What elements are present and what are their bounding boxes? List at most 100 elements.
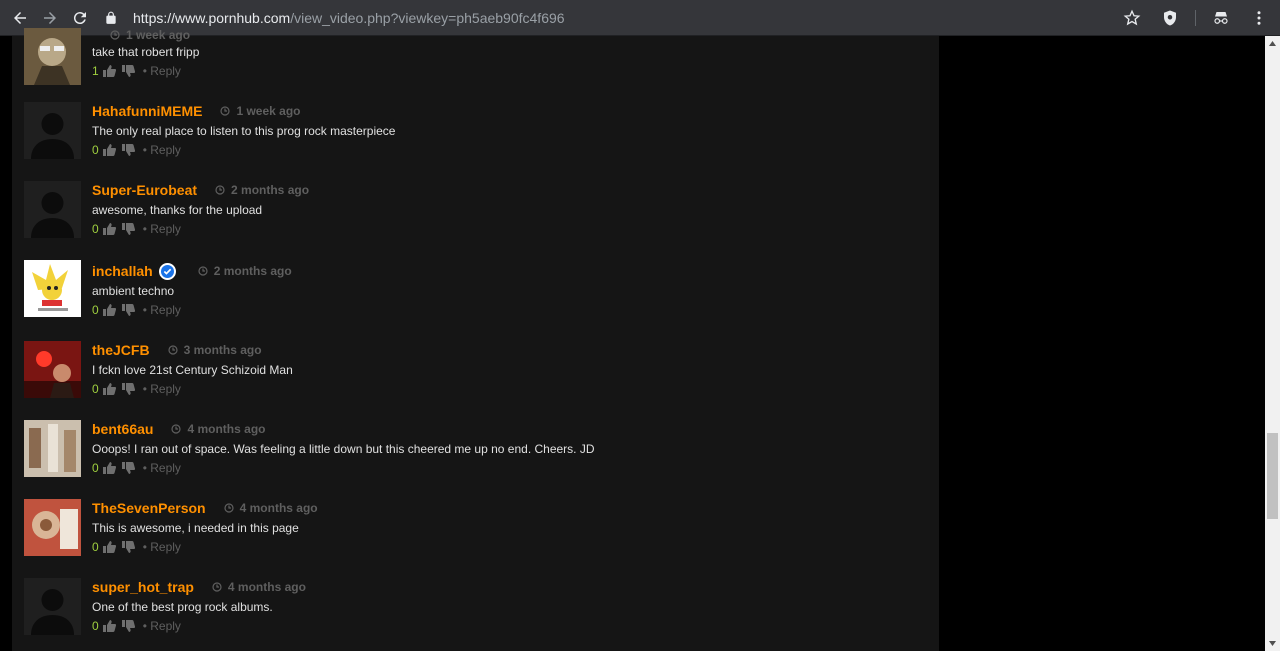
page-content: 1 week ago take that robert fripp 1 • Re… — [0, 28, 1265, 651]
timestamp-text: 4 months ago — [187, 422, 266, 436]
reply-link[interactable]: • Reply — [143, 382, 181, 396]
reply-link[interactable]: • Reply — [143, 461, 181, 475]
verified-badge-icon — [158, 262, 176, 280]
comment-header: TheSevenPerson 4 months ago — [92, 499, 318, 517]
incognito-icon — [1214, 12, 1228, 24]
vote-count: 0 — [92, 540, 99, 554]
avatar[interactable] — [24, 260, 81, 317]
username-link[interactable]: bent66au — [92, 421, 153, 437]
timestamp-text: 1 week ago — [126, 28, 191, 42]
comment-header: inchallah 2 months ago — [92, 262, 292, 280]
comment-actions: 0 • Reply — [92, 540, 181, 554]
comment-item: bent66au 4 months ago Ooops! I ran out o… — [24, 420, 924, 490]
thumbs-up-icon[interactable] — [102, 541, 116, 553]
thumbs-down-icon[interactable] — [121, 144, 135, 156]
avatar[interactable] — [24, 28, 81, 85]
vote-count: 0 — [92, 222, 99, 236]
timestamp: 1 week ago — [110, 28, 190, 42]
comment-actions: 0 • Reply — [92, 222, 181, 236]
vertical-scrollbar[interactable] — [1265, 36, 1280, 651]
comment-item: TheSevenPerson 4 months ago This is awes… — [24, 499, 924, 569]
username-link[interactable]: Super-Eurobeat — [92, 182, 197, 198]
avatar[interactable] — [24, 181, 81, 238]
timestamp: 4 months ago — [224, 501, 318, 515]
comment-text: One of the best prog rock albums. — [92, 600, 273, 614]
thumbs-down-icon[interactable] — [121, 223, 135, 235]
clock-icon — [110, 30, 120, 40]
username-link[interactable]: inchallah — [92, 263, 153, 279]
clock-icon — [212, 582, 222, 592]
comment-text: ambient techno — [92, 284, 175, 298]
reply-link[interactable]: • Reply — [143, 303, 181, 317]
comment-text: awesome, thanks for the upload — [92, 203, 263, 217]
vote-count: 0 — [92, 461, 99, 475]
username-link[interactable]: theJCFB — [92, 342, 150, 358]
toolbar-right — [1117, 3, 1274, 33]
comment-item: super_hot_trap 4 months ago One of the b… — [24, 578, 924, 648]
menu-button[interactable] — [1244, 3, 1274, 33]
comment-item: theJCFB 3 months ago I fckn love 21st Ce… — [24, 341, 924, 411]
photo-avatar-icon — [24, 420, 81, 477]
comment-text: I fckn love 21st Century Schizoid Man — [92, 363, 293, 377]
extension-button[interactable] — [1155, 3, 1185, 33]
avatar[interactable] — [24, 102, 81, 159]
username-link[interactable]: TheSevenPerson — [92, 500, 206, 516]
thumbs-up-icon[interactable] — [102, 462, 116, 474]
thumbs-up-icon[interactable] — [102, 304, 116, 316]
comment-header: 1 week ago — [92, 26, 190, 44]
scroll-up-arrow-icon[interactable] — [1265, 36, 1280, 51]
thumbs-down-icon[interactable] — [121, 462, 135, 474]
thumbs-up-icon[interactable] — [102, 223, 116, 235]
timestamp-text: 4 months ago — [227, 580, 306, 594]
timestamp: 2 months ago — [198, 264, 292, 278]
default-avatar-icon — [24, 181, 81, 238]
avatar[interactable] — [24, 341, 81, 398]
comment-actions: 0 • Reply — [92, 303, 181, 317]
avatar[interactable] — [24, 578, 81, 635]
reply-link[interactable]: • Reply — [143, 143, 181, 157]
cartoon-hedgehog-avatar-icon — [24, 260, 81, 317]
photo-avatar-icon — [24, 499, 81, 556]
comment-header: bent66au 4 months ago — [92, 420, 265, 438]
reply-link[interactable]: • Reply — [143, 619, 181, 633]
comment-text: The only real place to listen to this pr… — [92, 124, 396, 138]
timestamp-text: 4 months ago — [239, 501, 318, 515]
thumbs-down-icon[interactable] — [121, 304, 135, 316]
reply-link[interactable]: • Reply — [143, 64, 181, 78]
thumbs-down-icon[interactable] — [121, 65, 135, 77]
comment-actions: 0 • Reply — [92, 382, 181, 396]
thumbs-up-icon[interactable] — [102, 383, 116, 395]
reply-link[interactable]: • Reply — [143, 540, 181, 554]
thumbs-down-icon[interactable] — [121, 383, 135, 395]
thumbs-up-icon[interactable] — [102, 620, 116, 632]
thumbs-up-icon[interactable] — [102, 65, 116, 77]
lock-icon — [106, 11, 116, 24]
arrow-left-icon — [14, 11, 26, 24]
thumbs-down-icon[interactable] — [121, 620, 135, 632]
comments-panel: 1 week ago take that robert fripp 1 • Re… — [12, 28, 939, 651]
timestamp: 1 week ago — [220, 104, 300, 118]
incognito-button[interactable] — [1206, 3, 1236, 33]
avatar[interactable] — [24, 499, 81, 556]
comment-header: HahafunniMEME 1 week ago — [92, 102, 300, 120]
avatar[interactable] — [24, 420, 81, 477]
comment-actions: 0 • Reply — [92, 143, 181, 157]
scrollbar-thumb[interactable] — [1267, 433, 1278, 519]
username-link[interactable]: HahafunniMEME — [92, 103, 202, 119]
thumbs-down-icon[interactable] — [121, 541, 135, 553]
thumbs-up-icon[interactable] — [102, 144, 116, 156]
comment-text: Ooops! I ran out of space. Was feeling a… — [92, 442, 595, 456]
comment-header: super_hot_trap 4 months ago — [92, 578, 306, 596]
comment-text: This is awesome, i needed in this page — [92, 521, 299, 535]
username-link[interactable]: super_hot_trap — [92, 579, 194, 595]
bookmark-button[interactable] — [1117, 3, 1147, 33]
vote-count: 1 — [92, 64, 99, 78]
reply-link[interactable]: • Reply — [143, 222, 181, 236]
url-path: /view_video.php?viewkey=ph5aeb90fc4f696 — [290, 10, 565, 26]
clock-icon — [224, 503, 234, 513]
clock-icon — [215, 185, 225, 195]
comment-actions: 1 • Reply — [92, 64, 181, 78]
vote-count: 0 — [92, 382, 99, 396]
comment-header: theJCFB 3 months ago — [92, 341, 262, 359]
scroll-down-arrow-icon[interactable] — [1265, 636, 1280, 651]
